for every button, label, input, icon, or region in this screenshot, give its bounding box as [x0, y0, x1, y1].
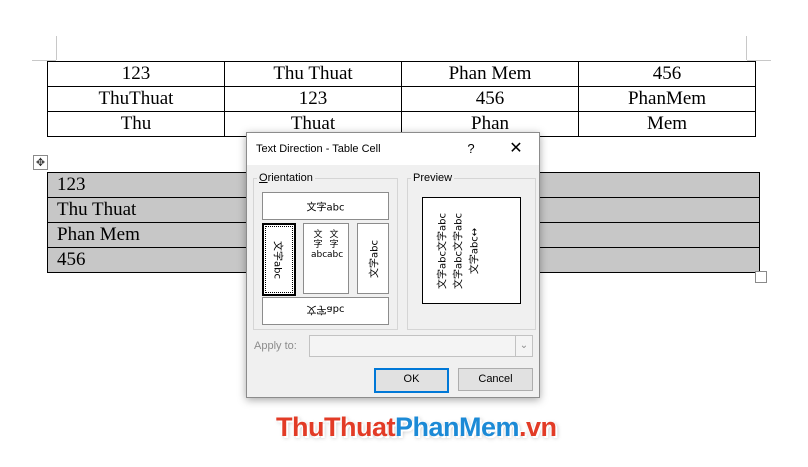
table-cell[interactable]: 456 — [401, 86, 579, 112]
orientation-vertical-rotated-up-option[interactable]: 文字abc — [357, 223, 389, 294]
table-row: 123 Thu Thuat Phan Mem 456 — [47, 61, 756, 87]
orientation-horizontal-option[interactable]: 文字abc — [262, 192, 389, 220]
table-one: 123 Thu Thuat Phan Mem 456 ThuThuat 123 … — [47, 61, 756, 137]
table-cell[interactable]: Phan Mem — [401, 61, 579, 87]
table-cell[interactable]: PhanMem — [578, 86, 756, 112]
watermark-part: .vn — [519, 412, 557, 442]
orientation-horizontal-inverted-option[interactable]: 文字abc — [262, 297, 389, 325]
table-cell[interactable]: ThuThuat — [47, 86, 225, 112]
dialog-titlebar[interactable]: Text Direction - Table Cell ? ✕ — [247, 133, 539, 165]
table-cell[interactable]: 456 — [578, 61, 756, 87]
close-button[interactable]: ✕ — [505, 139, 527, 159]
orientation-sample-text: 文字abc — [306, 303, 345, 315]
margin-corner-mark-left-v — [56, 36, 57, 60]
orientation-sample-text: 文字abc — [327, 230, 344, 260]
table-cell[interactable]: Mem — [578, 111, 756, 137]
preview-text-line: 文字abc文字abc — [437, 212, 449, 289]
watermark-logo: ThuThuatPhanMem.vn — [276, 412, 557, 443]
table-row: ThuThuat 123 456 PhanMem — [47, 86, 756, 112]
watermark-part: ThuThuat — [276, 412, 395, 442]
chevron-down-icon[interactable]: ⌄ — [515, 336, 532, 356]
dialog-title: Text Direction - Table Cell — [256, 143, 381, 155]
orientation-sample-text: 文字abc — [311, 230, 328, 260]
orientation-sample-text: 文字abc — [306, 202, 345, 214]
ok-button[interactable]: OK — [374, 368, 449, 393]
watermark-part: PhanMem — [394, 412, 520, 442]
table-cell[interactable]: 123 — [47, 61, 225, 87]
table-resize-handle[interactable] — [755, 271, 767, 283]
apply-to-select[interactable]: ⌄ — [309, 335, 533, 357]
table-cell[interactable]: Thu — [47, 111, 225, 137]
apply-to-label: Apply to: — [254, 340, 297, 352]
help-button[interactable]: ? — [461, 139, 481, 159]
orientation-vertical-rotated-option[interactable]: 文字abc — [262, 223, 296, 296]
margin-corner-mark-right-v — [746, 36, 747, 60]
orientation-sample-text: 文字abc — [271, 240, 283, 279]
preview-label: Preview — [411, 172, 455, 184]
orientation-sample-text: 文字abc — [369, 239, 381, 278]
table-move-handle-icon[interactable]: ✥ — [33, 155, 48, 170]
preview-text-line: 文字abc↔ — [469, 227, 481, 274]
orientation-vertical-stacked-option[interactable]: 文字abc 文字abc — [303, 223, 349, 294]
table-cell[interactable]: 123 — [224, 86, 402, 112]
cancel-button[interactable]: Cancel — [458, 368, 533, 391]
preview-text-line: 文字abc文字abc — [453, 212, 465, 289]
preview-box: 文字abc文字abc 文字abc文字abc 文字abc↔ — [422, 197, 521, 304]
orientation-label: Orientation — [257, 172, 315, 184]
table-cell[interactable]: Thu Thuat — [224, 61, 402, 87]
text-direction-dialog: Text Direction - Table Cell ? ✕ Orientat… — [246, 132, 540, 398]
